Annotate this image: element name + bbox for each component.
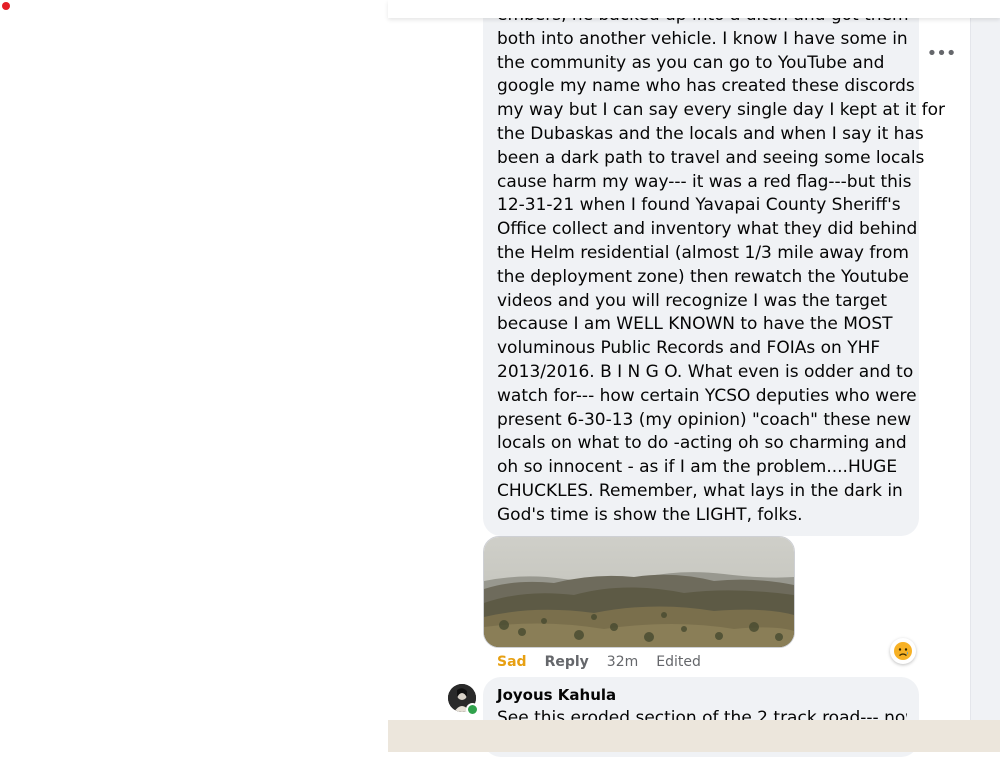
recording-dot-icon (2, 2, 10, 10)
comment-line: the Dubaskas and the locals and when I s… (497, 123, 924, 144)
comment-line: the deployment zone) then rewatch the Yo… (497, 266, 909, 287)
online-status-icon (466, 703, 479, 716)
reaction-button[interactable]: Sad (497, 654, 527, 670)
sad-face-icon[interactable] (890, 638, 916, 664)
bottom-bar (388, 720, 1000, 752)
comment-line: my way but I can say every single day I … (497, 100, 946, 121)
edited-label: Edited (656, 654, 701, 670)
landscape-image (484, 537, 794, 647)
comment-line: been a dark path to travel and seeing so… (497, 147, 925, 168)
comment-line: google my name who has created these dis… (497, 76, 915, 97)
comment-line: both into another vehicle. I know I have… (497, 28, 908, 49)
comment-line: voluminous Public Records and FOIAs on Y… (497, 338, 881, 359)
comment-line: 12-31-21 when I found Yavapai County She… (497, 195, 901, 216)
scrollbar-track[interactable] (970, 18, 1000, 720)
comment-line: because I am WELL KNOWN to have the MOST (497, 314, 893, 335)
comment-line: the community as you can go to YouTube a… (497, 52, 885, 73)
comment-line: the Helm residential (almost 1/3 mile aw… (497, 242, 909, 263)
comment-line: present 6-30-13 (my opinion) "coach" the… (497, 409, 912, 430)
comment-line: oh so innocent - as if I am the problem.… (497, 457, 898, 478)
reply-button[interactable]: Reply (545, 654, 589, 670)
comment-line: CHUCKLES. Remember, what lays in the dar… (497, 480, 903, 501)
top-header-bar (388, 0, 1000, 18)
comment-line: locals on what to do -acting oh so charm… (497, 433, 907, 454)
comment-line: watch for--- how certain YCSO deputies w… (497, 385, 917, 406)
comment-text: embers, he backed up into a ditch and go… (497, 0, 946, 528)
sad-face-icon (894, 642, 912, 660)
comment-author[interactable]: Joyous Kahula (497, 686, 616, 704)
comment-line: 2013/2016. B I N G O. What even is odder… (497, 361, 914, 382)
comment-line: videos and you will recognize I was the … (497, 290, 888, 311)
comment-line: Office collect and inventory what they d… (497, 219, 918, 240)
comment-photo[interactable] (483, 536, 795, 648)
comment-actions: Sad Reply 32m Edited (497, 652, 719, 672)
comment-line: God's time is show the LIGHT, folks. (497, 504, 803, 525)
comment-line: cause harm my way--- it was a red flag--… (497, 171, 912, 192)
more-options-icon[interactable]: ••• (927, 40, 957, 66)
timestamp-link[interactable]: 32m (607, 654, 638, 670)
